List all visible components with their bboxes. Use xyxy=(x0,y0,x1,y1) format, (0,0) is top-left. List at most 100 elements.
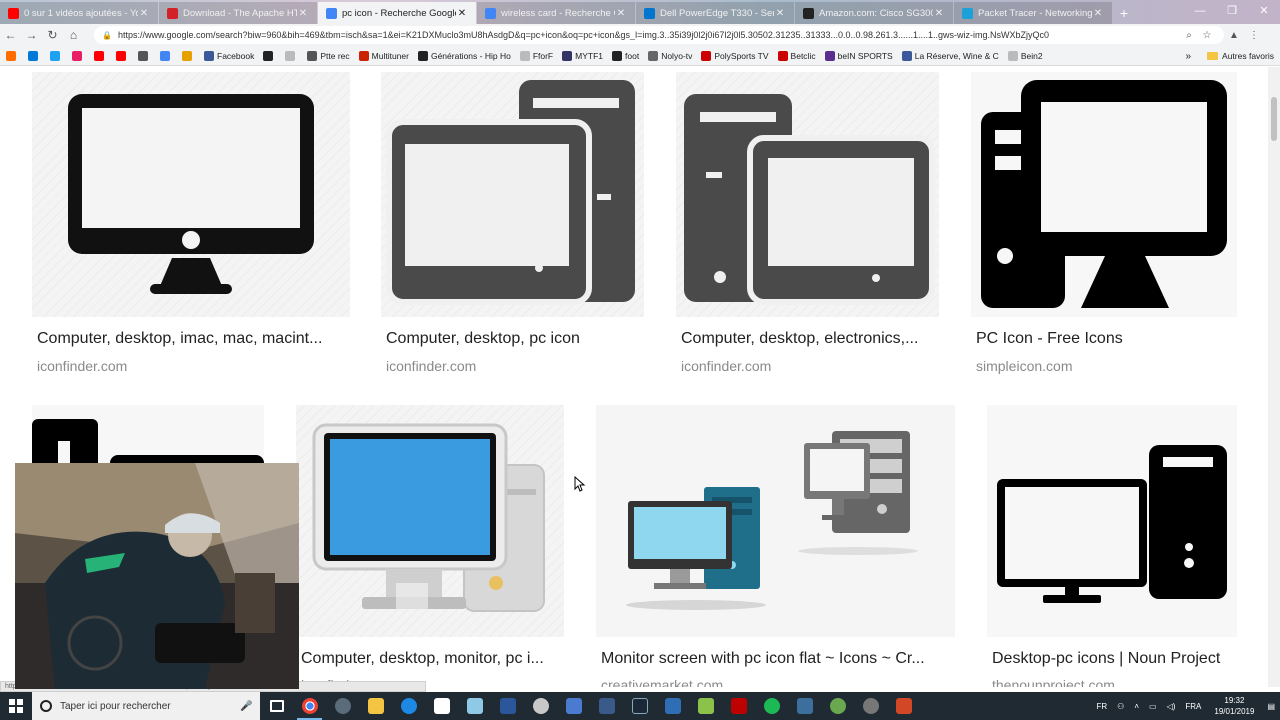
star-icon[interactable]: ☆ xyxy=(1198,30,1216,41)
other-bookmarks[interactable]: » Autres favoris xyxy=(1185,46,1274,66)
image-result-card[interactable]: Computer, desktop, monitor, pc i... icon… xyxy=(296,405,564,687)
notepad-plus-icon[interactable] xyxy=(689,692,722,720)
bookmark-item[interactable] xyxy=(116,50,129,61)
close-icon[interactable]: ✕ xyxy=(1092,8,1104,19)
app-icon[interactable] xyxy=(821,692,854,720)
bookmark-multituner[interactable]: Multituner xyxy=(358,50,409,61)
bookmark-generations[interactable]: Générations - Hip Ho xyxy=(417,50,511,61)
bookmark-ptte-rec[interactable]: Ptte rec xyxy=(307,50,350,61)
edge-icon[interactable] xyxy=(392,692,425,720)
result-title[interactable]: Computer, desktop, electronics,... xyxy=(681,330,936,348)
filezilla-icon[interactable] xyxy=(722,692,755,720)
bookmark-foot[interactable]: foot xyxy=(612,50,639,61)
minimize-button[interactable]: — xyxy=(1184,0,1216,22)
spotify-icon[interactable] xyxy=(755,692,788,720)
image-result-card[interactable]: Computer, desktop, imac, mac, macint... … xyxy=(32,72,350,382)
result-thumbnail[interactable] xyxy=(296,405,564,637)
app-icon[interactable] xyxy=(854,692,887,720)
clock[interactable]: 19:32 19/01/2019 xyxy=(1214,695,1254,717)
mail-icon[interactable] xyxy=(425,692,458,720)
bookmark-item[interactable] xyxy=(6,50,19,61)
result-thumbnail[interactable] xyxy=(676,72,939,317)
result-source[interactable]: iconfinder.com xyxy=(681,358,771,374)
bookmark-la-reserve[interactable]: La Réserve, Wine & C xyxy=(901,50,999,61)
result-source[interactable]: simpleicon.com xyxy=(976,358,1072,374)
network-icon[interactable]: ▭ xyxy=(1149,702,1157,711)
bookmark-betclic[interactable]: Betclic xyxy=(777,50,816,61)
image-result-card[interactable]: PC Icon - Free Icons simpleicon.com xyxy=(971,72,1237,382)
bookmark-mytf1[interactable]: MYTF1 xyxy=(562,50,603,61)
tab-5[interactable]: Amazon.com: Cisco SG300-10 10-port✕ xyxy=(795,2,953,24)
notifications-icon[interactable]: ▤ xyxy=(1267,702,1275,711)
steam-icon[interactable] xyxy=(623,692,656,720)
result-thumbnail[interactable] xyxy=(381,72,644,317)
image-result-card[interactable]: Computer, desktop, electronics,... iconf… xyxy=(676,72,939,382)
bookmark-item[interactable] xyxy=(285,50,298,61)
word-icon[interactable] xyxy=(491,692,524,720)
close-icon[interactable]: ✕ xyxy=(297,8,309,19)
chevron-up-icon[interactable]: ˄ xyxy=(1134,702,1139,711)
close-icon[interactable]: ✕ xyxy=(456,8,468,19)
result-title[interactable]: Computer, desktop, monitor, pc i... xyxy=(301,650,563,668)
app-icon[interactable] xyxy=(458,692,491,720)
bookmark-item[interactable] xyxy=(160,50,173,61)
powerpoint-icon[interactable] xyxy=(887,692,920,720)
tab-0[interactable]: 0 sur 1 vidéos ajoutées - YouTube✕ xyxy=(0,2,158,24)
result-title[interactable]: Monitor screen with pc icon flat ~ Icons… xyxy=(601,650,946,668)
search-icon[interactable]: ⌕ xyxy=(1180,30,1198,41)
bookmark-item[interactable] xyxy=(138,50,151,61)
bookmark-item[interactable] xyxy=(72,50,85,61)
close-icon[interactable]: ✕ xyxy=(615,8,627,19)
image-result-card[interactable]: Desktop-pc icons | Noun Project thenounp… xyxy=(987,405,1237,687)
keyboard-language[interactable]: FRA xyxy=(1185,702,1201,711)
windows-start-button[interactable] xyxy=(0,692,32,720)
bookmark-fforf[interactable]: FforF xyxy=(519,50,553,61)
search-placeholder[interactable]: Taper ici pour rechercher xyxy=(60,701,240,712)
bookmark-item[interactable] xyxy=(28,50,41,61)
bookmark-nolyo-tv[interactable]: Nolyo-tv xyxy=(648,50,692,61)
image-result-card[interactable]: Computer, desktop, pc icon iconfinder.co… xyxy=(381,72,644,382)
microphone-icon[interactable]: 🎤 xyxy=(240,701,252,712)
forward-button[interactable]: → xyxy=(21,24,42,46)
bookmark-item[interactable] xyxy=(182,50,195,61)
result-title[interactable]: Computer, desktop, pc icon xyxy=(386,330,641,348)
bookmark-polysports-tv[interactable]: PolySports TV xyxy=(701,50,769,61)
address-bar[interactable]: 🔒 https://www.google.com/search?biw=960&… xyxy=(94,26,1224,44)
close-icon[interactable]: ✕ xyxy=(774,8,786,19)
tab-3[interactable]: wireless card - Recherche Google✕ xyxy=(477,2,635,24)
bookmark-bein-sports[interactable]: beIN SPORTS xyxy=(824,50,893,61)
reload-button[interactable]: ↻ xyxy=(42,24,63,46)
result-thumbnail[interactable] xyxy=(971,72,1237,317)
result-thumbnail[interactable] xyxy=(596,405,955,637)
steam-icon[interactable] xyxy=(788,692,821,720)
app-icon[interactable] xyxy=(557,692,590,720)
chrome-icon[interactable] xyxy=(293,692,326,720)
url-text[interactable]: https://www.google.com/search?biw=960&bi… xyxy=(118,30,1180,40)
tab-2[interactable]: pc icon - Recherche Google ✕ xyxy=(318,2,476,24)
result-title[interactable]: PC Icon - Free Icons xyxy=(976,330,1234,348)
app-icon[interactable] xyxy=(326,692,359,720)
close-icon[interactable]: ✕ xyxy=(933,8,945,19)
back-button[interactable]: ← xyxy=(0,24,21,46)
chevron-right-icon[interactable]: » xyxy=(1185,51,1191,62)
new-tab-button[interactable]: + xyxy=(1113,2,1135,24)
result-title[interactable]: Desktop-pc icons | Noun Project xyxy=(992,650,1238,668)
bookmark-item[interactable] xyxy=(50,50,63,61)
close-icon[interactable]: ✕ xyxy=(138,8,150,19)
result-source[interactable]: creativemarket.com xyxy=(601,677,723,687)
page-scrollbar[interactable] xyxy=(1268,67,1280,687)
result-source[interactable]: iconfinder.com xyxy=(37,358,127,374)
extension-icon[interactable]: ▲ xyxy=(1224,30,1244,41)
input-language[interactable]: FR xyxy=(1096,702,1107,711)
file-explorer-icon[interactable] xyxy=(359,692,392,720)
result-source[interactable]: iconfinder.com xyxy=(386,358,476,374)
result-title[interactable]: Computer, desktop, imac, mac, macint... xyxy=(37,330,345,348)
taskbar-search-box[interactable]: Taper ici pour rechercher 🎤 xyxy=(32,692,260,720)
maximize-button[interactable]: ❐ xyxy=(1216,0,1248,22)
people-icon[interactable]: ⚇ xyxy=(1117,702,1124,711)
result-thumbnail[interactable] xyxy=(987,405,1237,637)
bookmark-bein2[interactable]: Bein2 xyxy=(1007,50,1043,61)
tab-4[interactable]: Dell PowerEdge T330 - Serveur✕ xyxy=(636,2,794,24)
image-result-card[interactable]: Monitor screen with pc icon flat ~ Icons… xyxy=(596,405,955,687)
lock-icon[interactable]: 🔒 xyxy=(102,31,112,40)
